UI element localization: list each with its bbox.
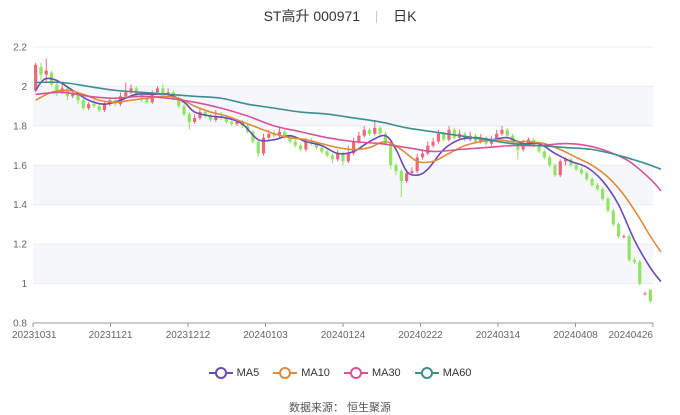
candle-body: [102, 104, 107, 111]
x-tick-label: 20240124: [321, 330, 366, 341]
y-tick-label: 1.2: [13, 240, 27, 251]
candle-body: [187, 114, 191, 122]
legend-marker-icon: [414, 367, 439, 379]
candle-body: [304, 141, 308, 150]
x-tick-label: 20231031: [12, 330, 57, 341]
candle-body: [500, 129, 504, 134]
candle-body: [330, 155, 334, 160]
candle-body: [627, 236, 631, 260]
candle-body: [590, 179, 594, 185]
candle-body: [34, 64, 38, 91]
y-tick-label: 1: [21, 279, 27, 290]
x-axis: 20231031 20231121 20231212 20240103 20240124…: [12, 322, 654, 341]
candle-body: [601, 188, 605, 199]
legend-marker-icon: [273, 367, 298, 379]
candle-body: [81, 100, 85, 109]
x-tick-label: 20231212: [166, 330, 211, 341]
candle-body: [643, 293, 647, 295]
candle-body: [378, 127, 382, 134]
legend-item-ma60[interactable]: MA60: [414, 367, 472, 379]
candle-body: [638, 261, 642, 284]
candle-body: [389, 143, 393, 166]
y-tick-label: 0.8: [13, 319, 27, 330]
candle-body: [405, 173, 409, 182]
x-tick-label: 20240408: [553, 330, 598, 341]
candlestick-chart: 0.811.21.41.61.822.2 20231031 20231121 202…: [12, 43, 662, 341]
legend-item-ma5[interactable]: MA5: [208, 367, 260, 379]
y-tick-label: 1.4: [13, 200, 27, 211]
candle-body: [558, 161, 562, 176]
candle-body: [542, 151, 546, 158]
y-tick-label: 2: [21, 82, 27, 93]
candle-body: [426, 145, 430, 154]
candle-body: [325, 151, 329, 156]
legend: MA5 MA10 MA30 MA60: [0, 367, 680, 382]
legend-marker-icon: [343, 367, 368, 379]
y-tick-label: 2.2: [13, 43, 27, 54]
candle-body: [585, 173, 589, 180]
candle-body: [341, 153, 345, 162]
candle-body: [606, 198, 610, 211]
candle-body: [394, 165, 398, 172]
candle-body: [357, 135, 361, 142]
candle-body: [124, 92, 128, 97]
grid-band: [33, 244, 653, 284]
candle-body: [574, 165, 578, 170]
x-tick-label: 20240103: [243, 330, 288, 341]
candle-body: [293, 141, 297, 146]
legend-label: MA60: [442, 367, 472, 379]
candle-body: [267, 133, 271, 138]
candle-body: [44, 70, 48, 75]
candle-body: [362, 129, 366, 136]
candle-body: [367, 129, 372, 134]
candle-body: [155, 88, 160, 93]
legend-label: MA5: [236, 367, 260, 379]
x-tick-label: 20231121: [89, 330, 133, 341]
candle-body: [410, 171, 414, 174]
legend-marker-icon: [208, 367, 233, 379]
candle-body: [579, 169, 584, 174]
candle-body: [611, 210, 615, 225]
candle-body: [537, 145, 541, 152]
candle-body: [595, 185, 599, 189]
candle-body: [505, 129, 509, 136]
candle-body: [299, 145, 303, 150]
x-tick-label: 20240222: [398, 330, 443, 341]
candle-body: [373, 127, 377, 134]
candle-body: [548, 157, 552, 166]
candle-body: [648, 289, 652, 302]
y-tick-label: 1.6: [13, 161, 27, 172]
candle-body: [92, 104, 96, 107]
candle-body: [97, 106, 101, 111]
candle-body: [553, 165, 557, 176]
candle-body: [193, 117, 197, 122]
candle-body: [632, 259, 637, 262]
candle-body: [230, 121, 234, 124]
candle-body: [320, 147, 324, 152]
candle-body: [431, 141, 435, 146]
candle-body: [346, 153, 350, 162]
candle-body: [39, 66, 43, 75]
candle-body: [256, 141, 260, 154]
candle-body: [182, 106, 186, 115]
candle-body: [436, 133, 440, 142]
candle-body: [420, 153, 425, 158]
legend-item-ma30[interactable]: MA30: [343, 367, 401, 379]
legend-label: MA30: [371, 367, 401, 379]
candle-body: [622, 236, 626, 238]
candle-body: [452, 129, 456, 138]
x-tick-label: 20240314: [476, 330, 521, 341]
y-axis: 0.8 1 1.2 1.4 1.6 1.8 2 2.2: [13, 43, 27, 330]
candle-body: [442, 133, 446, 140]
candle-body: [616, 224, 621, 237]
x-tick-label: 20240426: [609, 330, 654, 341]
candle-body: [415, 157, 419, 172]
legend-label: MA10: [301, 367, 330, 379]
y-tick-label: 1.8: [13, 121, 27, 132]
candle-body: [87, 104, 91, 109]
candle-body: [399, 171, 403, 182]
legend-item-ma10[interactable]: MA10: [273, 367, 330, 379]
